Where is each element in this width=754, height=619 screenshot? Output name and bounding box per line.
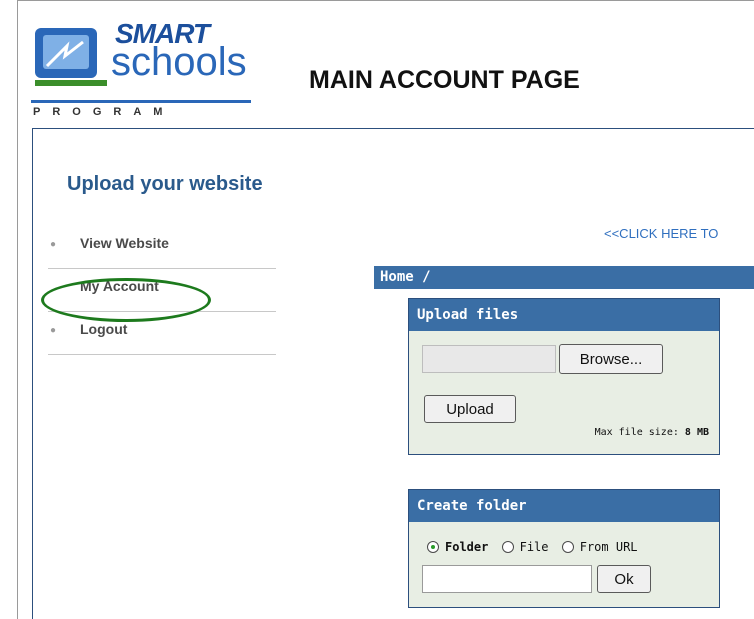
highlight-circle xyxy=(41,278,211,322)
ok-button[interactable]: Ok xyxy=(597,565,651,593)
radio-from-url-label: From URL xyxy=(579,540,638,554)
click-here-link[interactable]: <<CLICK HERE TO xyxy=(604,226,718,241)
content-frame-left xyxy=(32,128,33,619)
sidebar-item-label: View Website xyxy=(80,235,169,251)
sidebar-item-label: Logout xyxy=(80,321,128,337)
folder-type-options: Folder File From URL xyxy=(427,540,644,554)
sidebar-item-view-website[interactable]: ● View Website xyxy=(48,226,276,269)
logo-schools-text: schools xyxy=(111,40,247,84)
page-title: MAIN ACCOUNT PAGE xyxy=(309,66,580,94)
create-folder-panel: Create folder Folder File From URL Ok xyxy=(408,489,720,608)
file-path-field[interactable] xyxy=(422,345,556,373)
breadcrumb: Home / xyxy=(374,266,754,289)
logo-divider xyxy=(31,100,251,103)
max-size-label: Max file size: xyxy=(594,427,679,438)
create-folder-title: Create folder xyxy=(409,490,719,522)
smart-schools-logo: SMART schools PROGRAM xyxy=(31,18,261,120)
monitor-icon xyxy=(35,28,107,86)
content-frame-top xyxy=(32,128,754,129)
left-border xyxy=(17,0,18,619)
radio-from-url[interactable] xyxy=(561,541,574,553)
radio-file-label: File xyxy=(519,540,549,554)
browse-button[interactable]: Browse... xyxy=(559,344,663,374)
bullet-icon: ● xyxy=(50,239,57,250)
top-border xyxy=(17,0,754,1)
radio-file[interactable] xyxy=(501,541,514,553)
upload-panel-title: Upload files xyxy=(409,299,719,331)
upload-button[interactable]: Upload xyxy=(424,395,516,423)
radio-folder-label: Folder xyxy=(445,540,489,554)
radio-folder[interactable] xyxy=(427,541,439,553)
upload-files-panel: Upload files Browse... Upload Max file s… xyxy=(408,298,720,455)
bullet-icon: ● xyxy=(50,325,57,336)
sidebar-heading: Upload your website xyxy=(67,173,263,195)
max-file-size: Max file size: 8 MB xyxy=(595,427,709,438)
logo-program-text: PROGRAM xyxy=(33,106,175,118)
folder-name-input[interactable] xyxy=(422,565,592,593)
max-size-value: 8 MB xyxy=(684,427,709,438)
